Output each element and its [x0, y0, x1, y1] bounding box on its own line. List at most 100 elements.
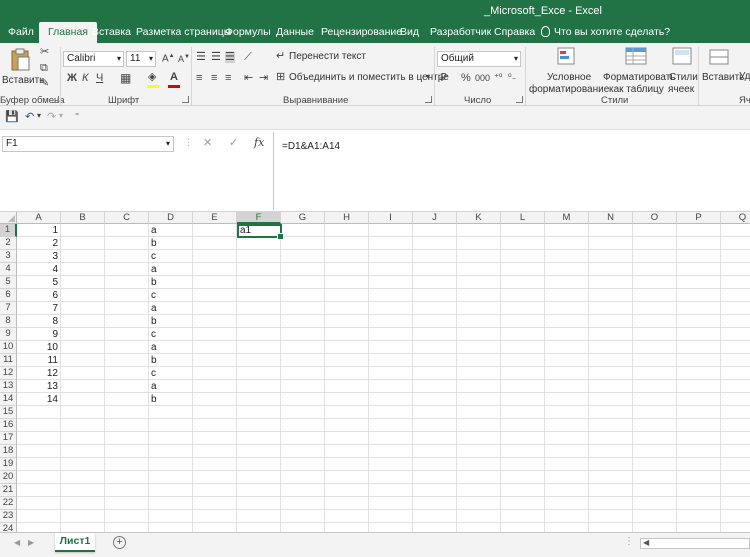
format-as-table-button[interactable]: Форматировать как таблицу	[602, 45, 676, 95]
column-header-n[interactable]: N	[589, 212, 633, 224]
column-header-h[interactable]: H	[325, 212, 369, 224]
cell-d11[interactable]: b	[151, 354, 191, 367]
tab-file[interactable]: Файл	[8, 22, 34, 43]
percent-button[interactable]: %	[461, 73, 471, 84]
row-header-15[interactable]: 15	[0, 406, 17, 419]
cell-a4[interactable]: 4	[17, 263, 58, 276]
cell-a1[interactable]: 1	[17, 224, 58, 237]
cell-d7[interactable]: a	[151, 302, 191, 315]
conditional-formatting-button[interactable]: Условное форматирование	[528, 45, 609, 95]
save-icon[interactable]: 💾	[5, 112, 19, 123]
column-header-j[interactable]: J	[413, 212, 457, 224]
column-header-e[interactable]: E	[193, 212, 237, 224]
align-bottom-icon[interactable]: ☰	[225, 52, 235, 63]
font-name-select[interactable]: Calibri ▾	[63, 51, 124, 67]
cell-a8[interactable]: 8	[17, 315, 58, 328]
bold-button[interactable]: Ж	[67, 73, 77, 84]
underline-button[interactable]: Ч	[96, 73, 103, 84]
column-header-g[interactable]: G	[281, 212, 325, 224]
outdent-icon[interactable]: ⇥	[259, 73, 268, 84]
horizontal-scrollbar[interactable]: ◀	[640, 538, 750, 549]
cell-d9[interactable]: c	[151, 328, 191, 341]
add-sheet-button[interactable]: +	[113, 536, 126, 549]
italic-button[interactable]: К	[82, 73, 88, 84]
copy-icon[interactable]: ⧉	[40, 63, 48, 74]
column-header-f[interactable]: F	[237, 212, 281, 224]
thousands-separator-button[interactable]: 000	[475, 74, 490, 83]
cell-a10[interactable]: 10	[17, 341, 58, 354]
cut-icon[interactable]: ✂	[40, 47, 49, 58]
column-header-c[interactable]: C	[105, 212, 149, 224]
cell-d14[interactable]: b	[151, 393, 191, 406]
increase-font-icon[interactable]: A▲	[162, 53, 175, 64]
cell-d13[interactable]: a	[151, 380, 191, 393]
cell-a6[interactable]: 6	[17, 289, 58, 302]
tell-me-search[interactable]: Что вы хотите сделать?	[541, 22, 670, 43]
column-header-m[interactable]: M	[545, 212, 589, 224]
borders-icon[interactable]: ▦	[120, 72, 131, 84]
align-right-icon[interactable]: ≡	[225, 73, 231, 84]
insert-function-icon[interactable]: fx	[254, 137, 264, 148]
orientation-icon[interactable]: ⟋	[244, 52, 252, 63]
scroll-left-icon[interactable]: ◀	[643, 538, 649, 547]
font-launcher-icon[interactable]	[182, 96, 189, 103]
select-all-corner[interactable]	[0, 212, 17, 224]
align-middle-icon[interactable]: ☰	[211, 52, 221, 63]
cell-d10[interactable]: a	[151, 341, 191, 354]
tab-view[interactable]: Вид	[400, 22, 419, 43]
enter-icon[interactable]: ✓	[229, 138, 238, 149]
tab-page-layout[interactable]: Разметка страницы	[136, 22, 231, 43]
number-format-select[interactable]: Общий ▾	[437, 51, 521, 67]
row-header-11[interactable]: 11	[0, 354, 17, 367]
column-header-o[interactable]: O	[633, 212, 677, 224]
fill-color-icon[interactable]: ◈	[148, 72, 156, 83]
row-header-20[interactable]: 20	[0, 471, 17, 484]
cell-d12[interactable]: c	[151, 367, 191, 380]
row-header-22[interactable]: 22	[0, 497, 17, 510]
cell-d1[interactable]: a	[151, 224, 191, 237]
increase-decimal-icon[interactable]: ⁺⁰	[494, 73, 502, 82]
row-header-4[interactable]: 4	[0, 263, 17, 276]
decrease-font-icon[interactable]: A▼	[178, 54, 190, 64]
row-header-2[interactable]: 2	[0, 237, 17, 250]
align-center-icon[interactable]: ≡	[211, 73, 217, 84]
tab-formulas[interactable]: Формулы	[225, 22, 271, 43]
decrease-decimal-icon[interactable]: ⁰₋	[508, 73, 516, 82]
cell-d6[interactable]: c	[151, 289, 191, 302]
column-header-i[interactable]: I	[369, 212, 413, 224]
column-header-k[interactable]: K	[457, 212, 501, 224]
cell-a2[interactable]: 2	[17, 237, 58, 250]
format-painter-icon[interactable]: ✎	[40, 78, 49, 89]
tab-home[interactable]: Главная	[39, 22, 97, 43]
row-header-12[interactable]: 12	[0, 367, 17, 380]
formula-input[interactable]: =D1&A1:A14	[273, 132, 750, 210]
customize-toolbar-icon[interactable]: ⁼	[75, 112, 79, 120]
delete-cells-label[interactable]: Уд	[739, 71, 750, 82]
font-size-select[interactable]: 11 ▾	[126, 51, 156, 67]
active-cell[interactable]: a1	[237, 224, 284, 240]
name-box[interactable]: F1 ▾	[2, 136, 174, 152]
column-header-b[interactable]: B	[61, 212, 105, 224]
cell-a11[interactable]: 11	[17, 354, 58, 367]
row-header-5[interactable]: 5	[0, 276, 17, 289]
tab-review[interactable]: Рецензирование	[321, 22, 402, 43]
insert-cells-button[interactable]: Вставить	[701, 45, 744, 93]
tab-help[interactable]: Справка	[494, 22, 535, 43]
column-header-q[interactable]: Q	[721, 212, 750, 224]
row-header-19[interactable]: 19	[0, 458, 17, 471]
sheet-tab-1[interactable]: Лист1	[55, 533, 95, 552]
tab-insert[interactable]: Вставка	[92, 22, 131, 43]
cell-d4[interactable]: a	[151, 263, 191, 276]
chevron-down-icon[interactable]: ▾	[37, 112, 41, 120]
redo-icon[interactable]: ↷	[47, 112, 56, 123]
font-color-icon[interactable]: A	[170, 72, 178, 83]
paste-button[interactable]: Вставить	[2, 47, 44, 91]
row-header-17[interactable]: 17	[0, 432, 17, 445]
cell-a13[interactable]: 13	[17, 380, 58, 393]
row-header-1[interactable]: 1	[0, 224, 17, 237]
row-header-6[interactable]: 6	[0, 289, 17, 302]
indent-icon[interactable]: ⇤	[244, 73, 253, 84]
row-header-21[interactable]: 21	[0, 484, 17, 497]
cell-a14[interactable]: 14	[17, 393, 58, 406]
row-header-3[interactable]: 3	[0, 250, 17, 263]
